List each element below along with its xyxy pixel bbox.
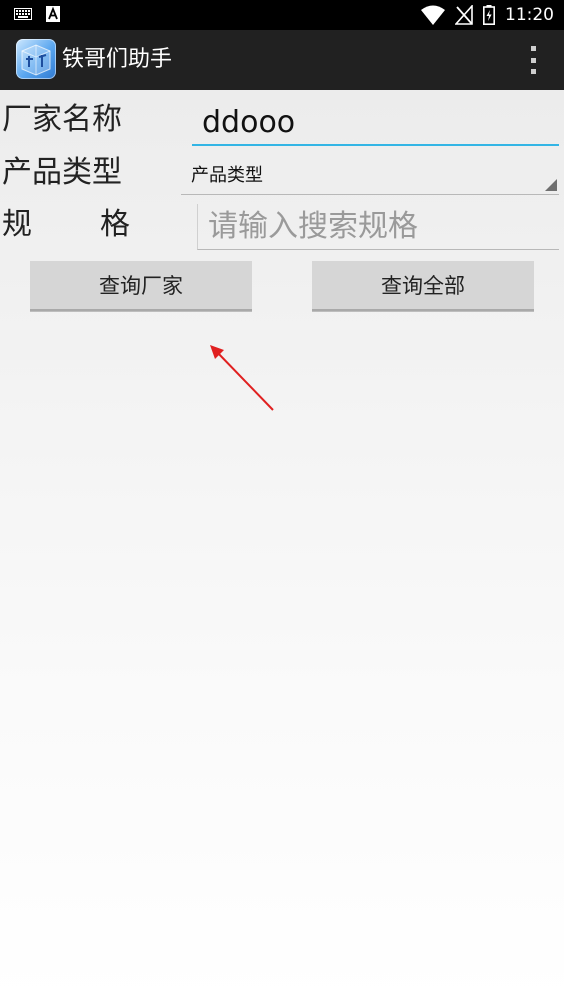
product-type-dropdown[interactable]: 产品类型 bbox=[181, 160, 559, 195]
overflow-menu-icon[interactable] bbox=[528, 46, 538, 74]
spec-label-char-1: 规 bbox=[2, 207, 32, 242]
annotation-arrow-icon bbox=[210, 345, 274, 411]
no-signal-icon bbox=[455, 5, 473, 25]
product-type-label: 产品类型 bbox=[2, 155, 122, 190]
dropdown-arrow-icon bbox=[545, 179, 557, 191]
status-time: 11:20 bbox=[505, 5, 554, 25]
manufacturer-input[interactable] bbox=[192, 100, 559, 146]
wifi-icon bbox=[421, 5, 445, 25]
a-icon bbox=[46, 6, 60, 22]
spec-label-char-2: 格 bbox=[100, 207, 130, 242]
product-type-selected: 产品类型 bbox=[191, 165, 263, 186]
status-bar: 11:20 bbox=[0, 0, 564, 30]
spec-input[interactable] bbox=[197, 204, 559, 250]
app-title: 铁哥们助手 bbox=[62, 47, 173, 72]
battery-charging-icon bbox=[483, 5, 495, 25]
keyboard-icon bbox=[14, 8, 32, 20]
query-manufacturer-button[interactable]: 查询厂家 bbox=[30, 261, 252, 311]
manufacturer-label: 厂家名称 bbox=[2, 102, 122, 137]
app-logo-icon[interactable] bbox=[16, 39, 56, 79]
app-screen: 11:20 铁哥们助手 厂家名称 产品类型 产品类型 规 格 查询厂家 查询全部 bbox=[0, 0, 564, 1002]
action-bar: 铁哥们助手 bbox=[0, 30, 564, 90]
query-all-button[interactable]: 查询全部 bbox=[312, 261, 534, 311]
